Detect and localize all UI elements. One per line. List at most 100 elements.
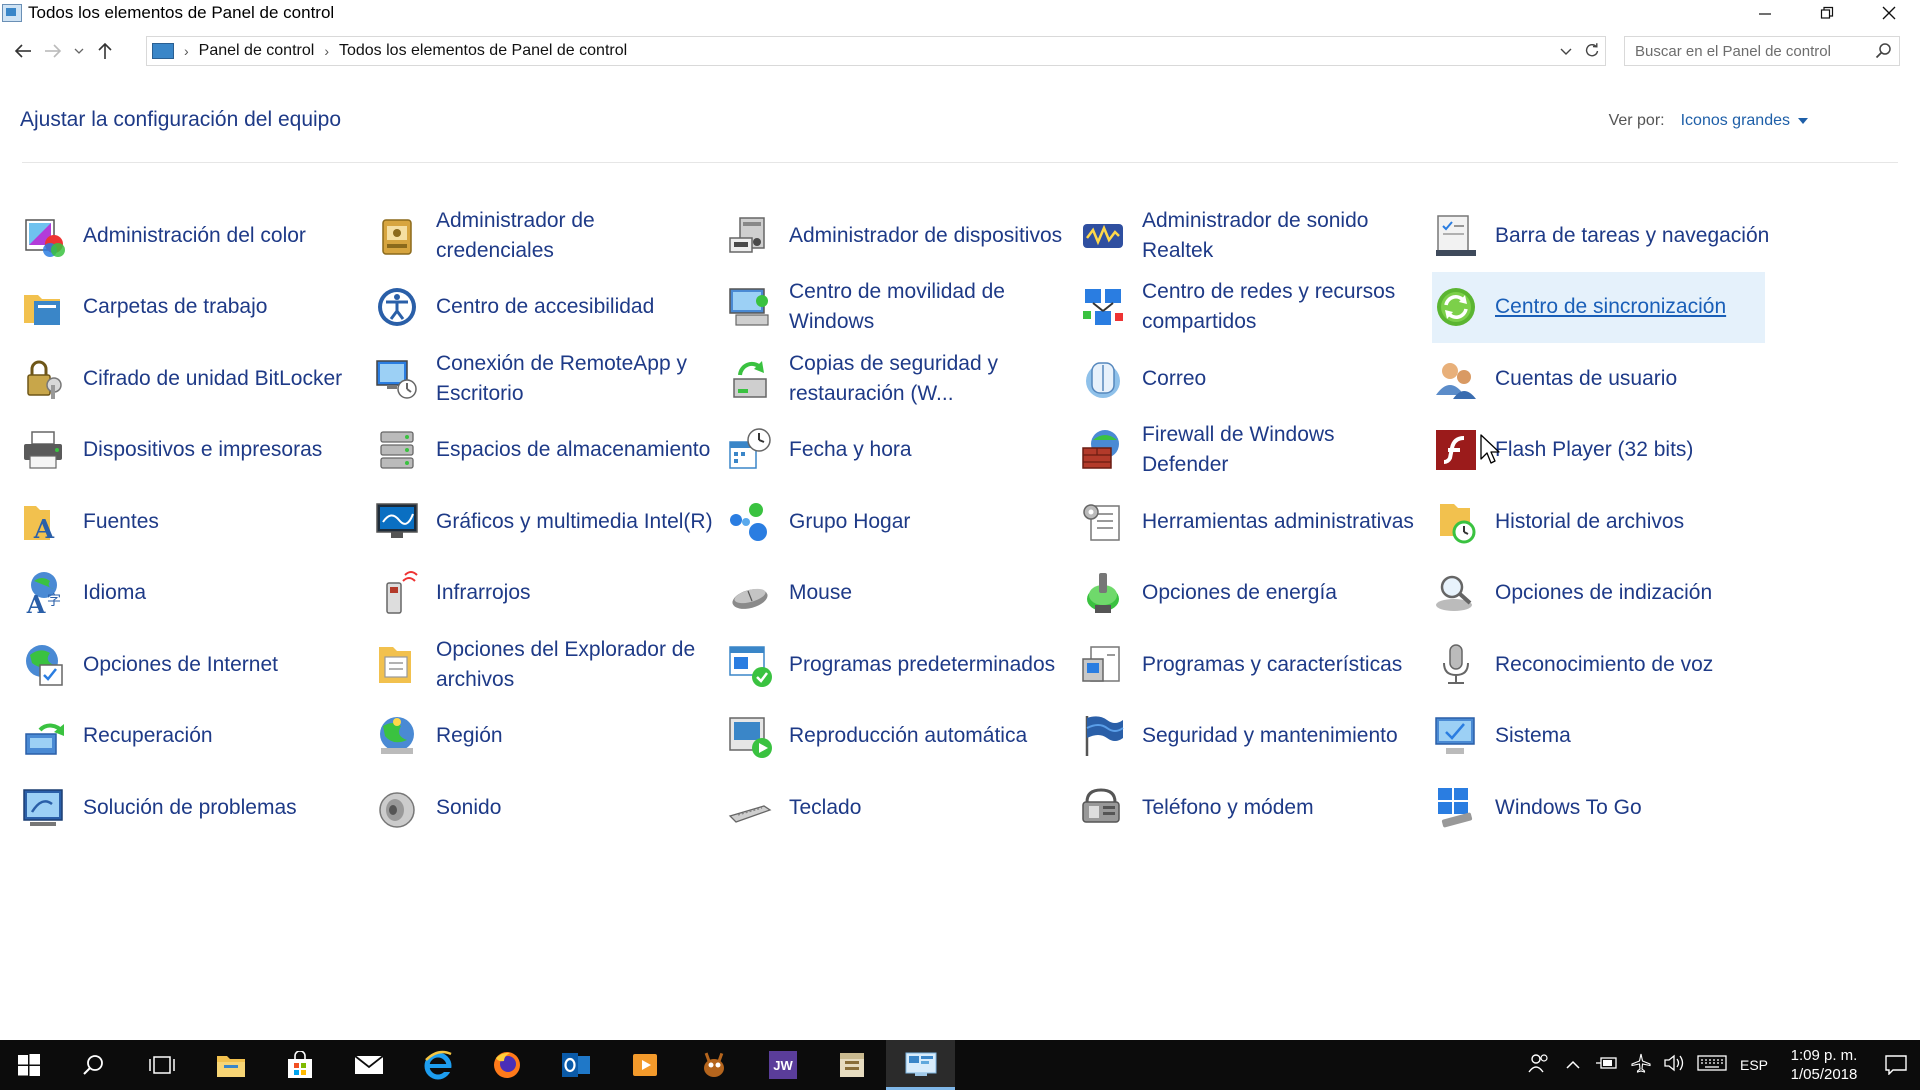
control-panel-item[interactable]: Centro de sincronización [1432,271,1765,343]
back-button[interactable] [8,36,38,66]
control-panel-item[interactable]: Centro de redes y recursos compartidos [1079,272,1432,344]
power-options-icon [1087,573,1119,614]
control-panel-item[interactable]: Windows To Go [1432,772,1785,844]
control-panel-item[interactable]: Espacios de almacenamiento [373,415,726,487]
control-panel-item[interactable]: Copias de seguridad y restauración (W... [726,343,1079,415]
control-panel-item-label: Conexión de RemoteApp y Escritorio [436,351,687,405]
control-panel-item[interactable]: Gráficos y multimedia Intel(R) [373,486,726,558]
show-hidden-icons-button[interactable] [1556,1057,1590,1074]
store-button[interactable] [265,1040,334,1090]
firefox-button[interactable] [472,1040,541,1090]
control-panel-item-label: Centro de redes y recursos compartidos [1142,280,1396,334]
archive-app-button[interactable] [817,1040,886,1090]
control-panel-item[interactable]: Cuentas de usuario [1432,343,1785,415]
control-panel-item[interactable]: Seguridad y mantenimiento [1079,701,1432,773]
view-by-dropdown[interactable]: Iconos grandes [1681,112,1790,130]
control-panel-item-label: Recuperación [83,724,213,748]
breadcrumb-control-panel[interactable]: Panel de control [199,42,315,60]
close-button[interactable] [1858,0,1920,26]
control-panel-item[interactable]: Fecha y hora [726,415,1079,487]
control-panel-item[interactable]: Teléfono y módem [1079,772,1432,844]
action-center-button[interactable] [1872,1055,1920,1075]
control-panel-item[interactable]: Grupo Hogar [726,486,1079,558]
speaker-icon [1664,1054,1684,1072]
gimp-button[interactable] [679,1040,748,1090]
control-panel-item-label: Seguridad y mantenimiento [1142,724,1398,748]
control-panel-item[interactable]: Firewall de Windows Defender [1079,415,1432,487]
control-panel-item[interactable]: Opciones de indización [1432,558,1785,630]
clock[interactable]: 1:09 p. m. 1/05/2018 [1776,1046,1872,1084]
control-panel-item[interactable]: Sistema [1432,701,1785,773]
volume-tray-button[interactable] [1658,1054,1692,1076]
control-panel-item[interactable]: Cifrado de unidad BitLocker [20,343,373,415]
control-panel-item[interactable]: Carpetas de trabajo [20,272,373,344]
restore-button[interactable] [1796,0,1858,26]
control-panel-item[interactable]: Administración del color [20,200,373,272]
keyboard-icon [1697,1055,1727,1071]
up-button[interactable] [90,36,120,66]
search-icon[interactable] [1875,42,1893,60]
control-panel-item[interactable]: Centro de accesibilidad [373,272,726,344]
start-button[interactable] [0,1040,58,1090]
airplane-icon [1631,1053,1651,1073]
minimize-button[interactable] [1734,0,1796,26]
mail-envelope-icon [353,1055,384,1074]
control-panel-item[interactable]: Correo [1079,343,1432,415]
control-panel-item[interactable]: Programas predeterminados [726,629,1079,701]
taskbar-search-button[interactable] [58,1040,127,1090]
control-panel-item[interactable]: Administrador de sonido Realtek [1079,200,1432,272]
control-panel-item[interactable]: Historial de archivos [1432,486,1785,558]
control-panel-item-label: Teléfono y módem [1142,795,1314,819]
control-panel-item[interactable]: Infrarrojos [373,558,726,630]
printer-icon [24,431,62,469]
control-panel-item[interactable]: Mouse [726,558,1079,630]
control-panel-item[interactable]: Barra de tareas y navegación [1432,200,1785,272]
breadcrumb-all-items[interactable]: Todos los elementos de Panel de control [339,42,627,60]
jw-button[interactable]: JW [748,1040,817,1090]
control-panel-item[interactable]: Recuperación [20,701,373,773]
control-panel-item[interactable]: Teclado [726,772,1079,844]
control-panel-taskbar-button[interactable] [886,1040,955,1090]
control-panel-item[interactable]: Reconocimiento de voz [1432,629,1785,701]
address-dropdown-button[interactable] [1553,43,1579,59]
input-language-indicator[interactable]: ESP [1732,1057,1776,1073]
file-explorer-button[interactable] [196,1040,265,1090]
control-panel-item[interactable]: Sonido [373,772,726,844]
control-panel-item-label: Sistema [1495,724,1571,748]
work-folders-icon [24,295,60,326]
people-tray-button[interactable] [1522,1053,1556,1077]
control-panel-item[interactable]: Solución de problemas [20,772,373,844]
control-panel-item[interactable]: Opciones del Explorador de archivos [373,629,726,701]
control-panel-item-label: Idioma [83,581,147,605]
outlook-button[interactable] [541,1040,610,1090]
address-bar[interactable]: › Panel de control › Todos los elementos… [146,36,1606,66]
separator [22,162,1898,163]
control-panel-item[interactable]: Reproducción automática [726,701,1079,773]
refresh-button[interactable] [1579,42,1605,60]
svg-text:字: 字 [47,593,61,609]
search-box[interactable]: Buscar en el Panel de control [1624,36,1900,66]
control-panel-item[interactable]: Opciones de energía [1079,558,1432,630]
mail-button[interactable] [334,1040,403,1090]
control-panel-item[interactable]: Administrador de dispositivos [726,200,1079,272]
control-panel-item-label: Espacios de almacenamiento [436,438,711,462]
battery-tray-button[interactable] [1590,1055,1624,1075]
media-player-button[interactable] [610,1040,679,1090]
task-view-button[interactable] [127,1040,196,1090]
control-panel-item[interactable]: Dispositivos e impresoras [20,415,373,487]
airplane-mode-button[interactable] [1624,1053,1658,1077]
control-panel-item[interactable]: Conexión de RemoteApp y Escritorio [373,343,726,415]
recent-locations-button[interactable] [68,36,90,66]
control-panel-item[interactable]: Programas y características [1079,629,1432,701]
forward-button[interactable] [38,36,68,66]
control-panel-item[interactable]: Opciones de Internet [20,629,373,701]
control-panel-item[interactable]: A 字 Idioma [20,558,373,630]
dropdown-caret-icon[interactable] [1798,118,1808,124]
control-panel-item[interactable]: Administrador de credenciales [373,200,726,272]
control-panel-item[interactable]: Centro de movilidad de Windows [726,272,1079,344]
control-panel-item[interactable]: A Fuentes [20,486,373,558]
touch-keyboard-button[interactable] [1692,1054,1732,1076]
internet-explorer-button[interactable] [403,1040,472,1090]
control-panel-item[interactable]: Herramientas administrativas [1079,486,1432,558]
control-panel-item[interactable]: Región [373,701,726,773]
